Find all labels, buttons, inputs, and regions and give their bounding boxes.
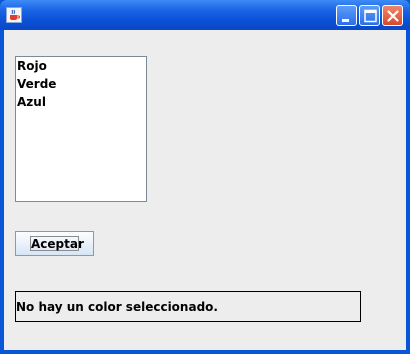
accept-button[interactable]: Aceptar (15, 231, 94, 256)
list-item-azul[interactable]: Azul (16, 93, 146, 111)
status-box: No hay un color seleccionado. (15, 291, 361, 322)
accept-button-label: Aceptar (30, 236, 84, 251)
status-text: No hay un color seleccionado. (16, 300, 218, 314)
color-list[interactable]: Rojo Verde Azul (15, 56, 147, 202)
java-cup-icon[interactable] (6, 7, 22, 23)
minimize-button[interactable] (336, 5, 357, 26)
maximize-button[interactable] (359, 5, 380, 26)
minimize-icon (342, 19, 349, 22)
title-bar[interactable] (0, 0, 410, 30)
maximize-icon (364, 9, 377, 23)
list-item-rojo[interactable]: Rojo (16, 57, 146, 75)
close-button[interactable] (382, 5, 403, 26)
content-panel: Rojo Verde Azul Aceptar No hay un color … (4, 30, 406, 350)
list-item-verde[interactable]: Verde (16, 75, 146, 93)
close-icon (387, 10, 399, 22)
application-window: Rojo Verde Azul Aceptar No hay un color … (0, 0, 410, 354)
